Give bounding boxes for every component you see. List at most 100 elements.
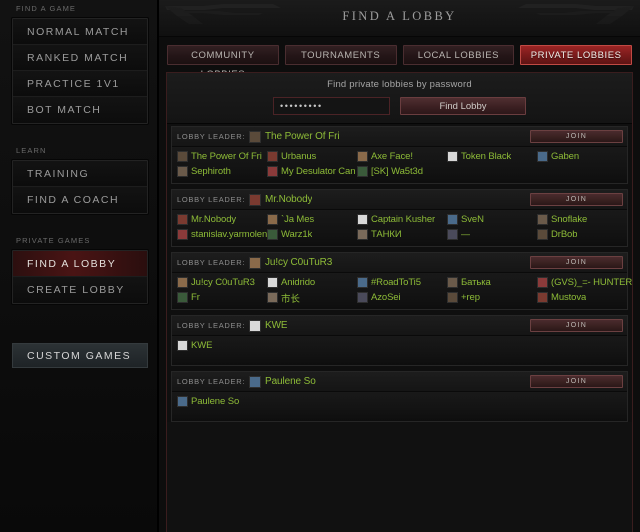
lobby-entry: LOBBY LEADER: KWE JOIN KWE [171, 315, 628, 366]
player-entry[interactable]: SveN [447, 214, 537, 225]
sidebar-heading-learn: LEARN [16, 146, 47, 155]
player-entry[interactable]: ТАНКИ [357, 229, 447, 240]
avatar [177, 292, 188, 303]
tab-community-lobbies[interactable]: COMMUNITY LOBBIES [167, 45, 279, 80]
avatar [177, 396, 188, 407]
sidebar-item-find-a-coach[interactable]: FIND A COACH [13, 187, 147, 213]
player-row: The Power Of Fri Urbanus Axe Face! Token Bl… [177, 149, 623, 164]
join-button[interactable]: JOIN [530, 256, 623, 269]
player-entry[interactable]: 市长 [267, 291, 357, 305]
player-entry[interactable]: `Ja Mes [267, 214, 357, 225]
player-entry[interactable]: Paulene So [177, 396, 267, 407]
player-entry[interactable]: stanislav.yarmolen [177, 229, 267, 240]
avatar [249, 130, 261, 143]
player-entry[interactable]: Anidrido [267, 277, 357, 288]
lobby-players: KWE [172, 335, 627, 365]
player-entry[interactable]: My Desulator Can [267, 166, 357, 177]
avatar [249, 319, 261, 332]
lobby-players: The Power Of Fri Urbanus Axe Face! Token Bl… [172, 146, 627, 183]
avatar [537, 229, 548, 240]
avatar [267, 166, 278, 177]
avatar [537, 151, 548, 162]
lobby-leader: Ju!cy C0uTuR3 [249, 256, 530, 269]
player-entry[interactable]: Fr [177, 292, 267, 303]
sidebar-item-practice-1v1[interactable]: PRACTICE 1v1 [13, 71, 147, 97]
player-row: stanislav.yarmolen Warz1k ТАНКИ — DrBob [177, 227, 623, 242]
lobby-leader-label: LOBBY LEADER: [177, 258, 246, 267]
join-button[interactable]: JOIN [530, 375, 623, 388]
player-name: 市长 [281, 293, 300, 305]
sidebar-list-learn: TRAINING FIND A COACH [12, 160, 148, 214]
player-name: (GVS)_=- HUNTER [551, 277, 633, 288]
sidebar-item-find-a-lobby[interactable]: FIND A LOBBY [13, 251, 147, 277]
player-entry[interactable]: [SK] Wa5t3d [357, 166, 447, 177]
player-name: Mustova [551, 292, 587, 303]
lobby-leader-label: LOBBY LEADER: [177, 195, 246, 204]
player-entry[interactable]: — [447, 229, 537, 240]
avatar [447, 151, 458, 162]
join-button[interactable]: JOIN [530, 319, 623, 332]
main-panel: FIND A LOBBY COMMUNITY LOBBIES TOURNAMEN… [158, 0, 640, 532]
player-entry[interactable]: Token Black [447, 151, 537, 162]
player-name: +rep [461, 292, 480, 303]
sidebar-item-bot-match[interactable]: BOT MATCH [13, 97, 147, 123]
player-entry[interactable]: Батька [447, 277, 537, 288]
player-name: Captain Kusher [371, 214, 436, 225]
sidebar-item-ranked-match[interactable]: RANKED MATCH [13, 45, 147, 71]
avatar [177, 214, 188, 225]
tab-tournaments[interactable]: TOURNAMENTS [284, 45, 397, 65]
player-entry[interactable]: (GVS)_=- HUNTER [537, 277, 633, 288]
player-entry[interactable]: Ju!cy C0uTuR3 [177, 277, 267, 288]
player-entry[interactable]: Axe Face! [357, 151, 447, 162]
lobby-list: LOBBY LEADER: The Power Of Fri JOIN The Pow… [167, 124, 632, 422]
avatar [357, 151, 368, 162]
password-input[interactable] [273, 97, 390, 115]
title-bar: FIND A LOBBY [159, 0, 640, 37]
sidebar-list-private-games: FIND A LOBBY CREATE LOBBY [12, 250, 148, 304]
player-row: Fr 市长 AzoSei +rep Mustova [177, 290, 623, 305]
join-button[interactable]: JOIN [530, 193, 623, 206]
player-entry[interactable]: #RoadToTi5 [357, 277, 447, 288]
player-row: Sephiroth My Desulator Can [SK] Wa5t3d [177, 164, 623, 179]
custom-games-wrapper: CUSTOM GAMES [12, 343, 148, 368]
find-lobby-button[interactable]: Find Lobby [400, 97, 526, 115]
player-entry[interactable]: Gaben [537, 151, 632, 162]
join-button[interactable]: JOIN [530, 130, 623, 143]
player-entry[interactable]: Mustova [537, 292, 632, 303]
player-entry[interactable]: The Power Of Fri [177, 151, 267, 162]
player-entry[interactable]: Snoflake [537, 214, 632, 225]
sidebar-item-training[interactable]: TRAINING [13, 161, 147, 187]
lobby-leader: The Power Of Fri [249, 130, 530, 143]
avatar [537, 214, 548, 225]
avatar [177, 340, 188, 351]
player-entry[interactable]: Captain Kusher [357, 214, 447, 225]
player-name: Snoflake [551, 214, 588, 225]
player-entry[interactable]: AzoSei [357, 292, 447, 303]
tab-local-lobbies[interactable]: LOCAL LOBBIES [402, 45, 515, 65]
player-entry[interactable]: KWE [177, 340, 267, 351]
avatar [357, 277, 368, 288]
player-name: ТАНКИ [371, 229, 402, 240]
player-entry[interactable]: Mr.Nobody [177, 214, 267, 225]
player-entry[interactable]: Warz1k [267, 229, 357, 240]
tab-private-lobbies[interactable]: PRIVATE LOBBIES [520, 45, 632, 65]
sidebar-item-custom-games[interactable]: CUSTOM GAMES [12, 343, 148, 368]
sidebar-heading-find-a-game: FIND A GAME [16, 4, 77, 13]
player-entry[interactable]: +rep [447, 292, 537, 303]
player-name: [SK] Wa5t3d [371, 166, 423, 177]
lobby-header: LOBBY LEADER: KWE JOIN [172, 316, 627, 335]
lobby-leader: Paulene So [249, 375, 530, 388]
player-name: SveN [461, 214, 484, 225]
player-name: Батька [461, 277, 491, 288]
lobby-players: Paulene So [172, 391, 627, 421]
page-title: FIND A LOBBY [342, 9, 457, 23]
player-entry[interactable]: Urbanus [267, 151, 357, 162]
avatar [177, 166, 188, 177]
avatar [447, 292, 458, 303]
player-entry[interactable]: DrBob [537, 229, 632, 240]
sidebar-item-normal-match[interactable]: NORMAL MATCH [13, 19, 147, 45]
lobby-header: LOBBY LEADER: The Power Of Fri JOIN [172, 127, 627, 146]
sidebar-item-create-lobby[interactable]: CREATE LOBBY [13, 277, 147, 303]
lobby-leader-name: The Power Of Fri [265, 131, 340, 142]
player-entry[interactable]: Sephiroth [177, 166, 267, 177]
